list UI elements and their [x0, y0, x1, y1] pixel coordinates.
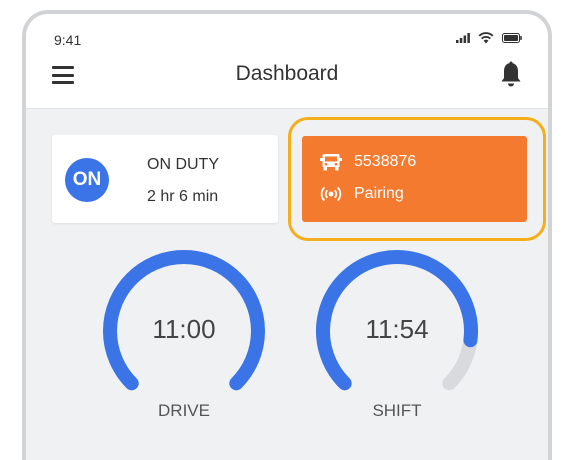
- duty-status-label: ON DUTY: [147, 156, 219, 173]
- duty-elapsed-time: 2 hr 6 min: [147, 188, 219, 205]
- wifi-icon: [478, 32, 494, 44]
- shift-gauge-value: 11:54: [365, 314, 429, 344]
- drive-gauge-label: DRIVE: [158, 401, 210, 420]
- broadcast-icon: [320, 186, 342, 202]
- drive-gauge-value: 11:00: [152, 314, 216, 344]
- battery-icon: [502, 33, 522, 43]
- vehicle-pairing-card[interactable]: 5538876 Pairing: [302, 136, 527, 222]
- pairing-status-row: Pairing: [320, 184, 404, 204]
- status-time: 9:41: [54, 32, 82, 48]
- shift-gauge-label: SHIFT: [372, 401, 422, 420]
- phone-frame: 9:41 Dashboard ON ON DUTY 2 hr 6 min 553…: [22, 10, 552, 460]
- duty-badge: ON: [65, 158, 109, 202]
- signal-icon: [456, 33, 470, 43]
- page-title: Dashboard: [235, 62, 339, 85]
- vehicle-number: 5538876: [354, 153, 417, 170]
- shift-gauge[interactable]: 11:54 SHIFT: [314, 248, 480, 420]
- pairing-status: Pairing: [354, 185, 404, 202]
- bell-icon[interactable]: [500, 61, 522, 87]
- duty-status-card[interactable]: ON ON DUTY 2 hr 6 min: [52, 135, 278, 223]
- drive-gauge[interactable]: 11:00 DRIVE: [101, 248, 267, 420]
- truck-icon: [320, 154, 342, 171]
- app-header: 9:41 Dashboard: [26, 14, 548, 109]
- vehicle-number-row: 5538876: [320, 152, 416, 172]
- status-icons: [456, 32, 522, 44]
